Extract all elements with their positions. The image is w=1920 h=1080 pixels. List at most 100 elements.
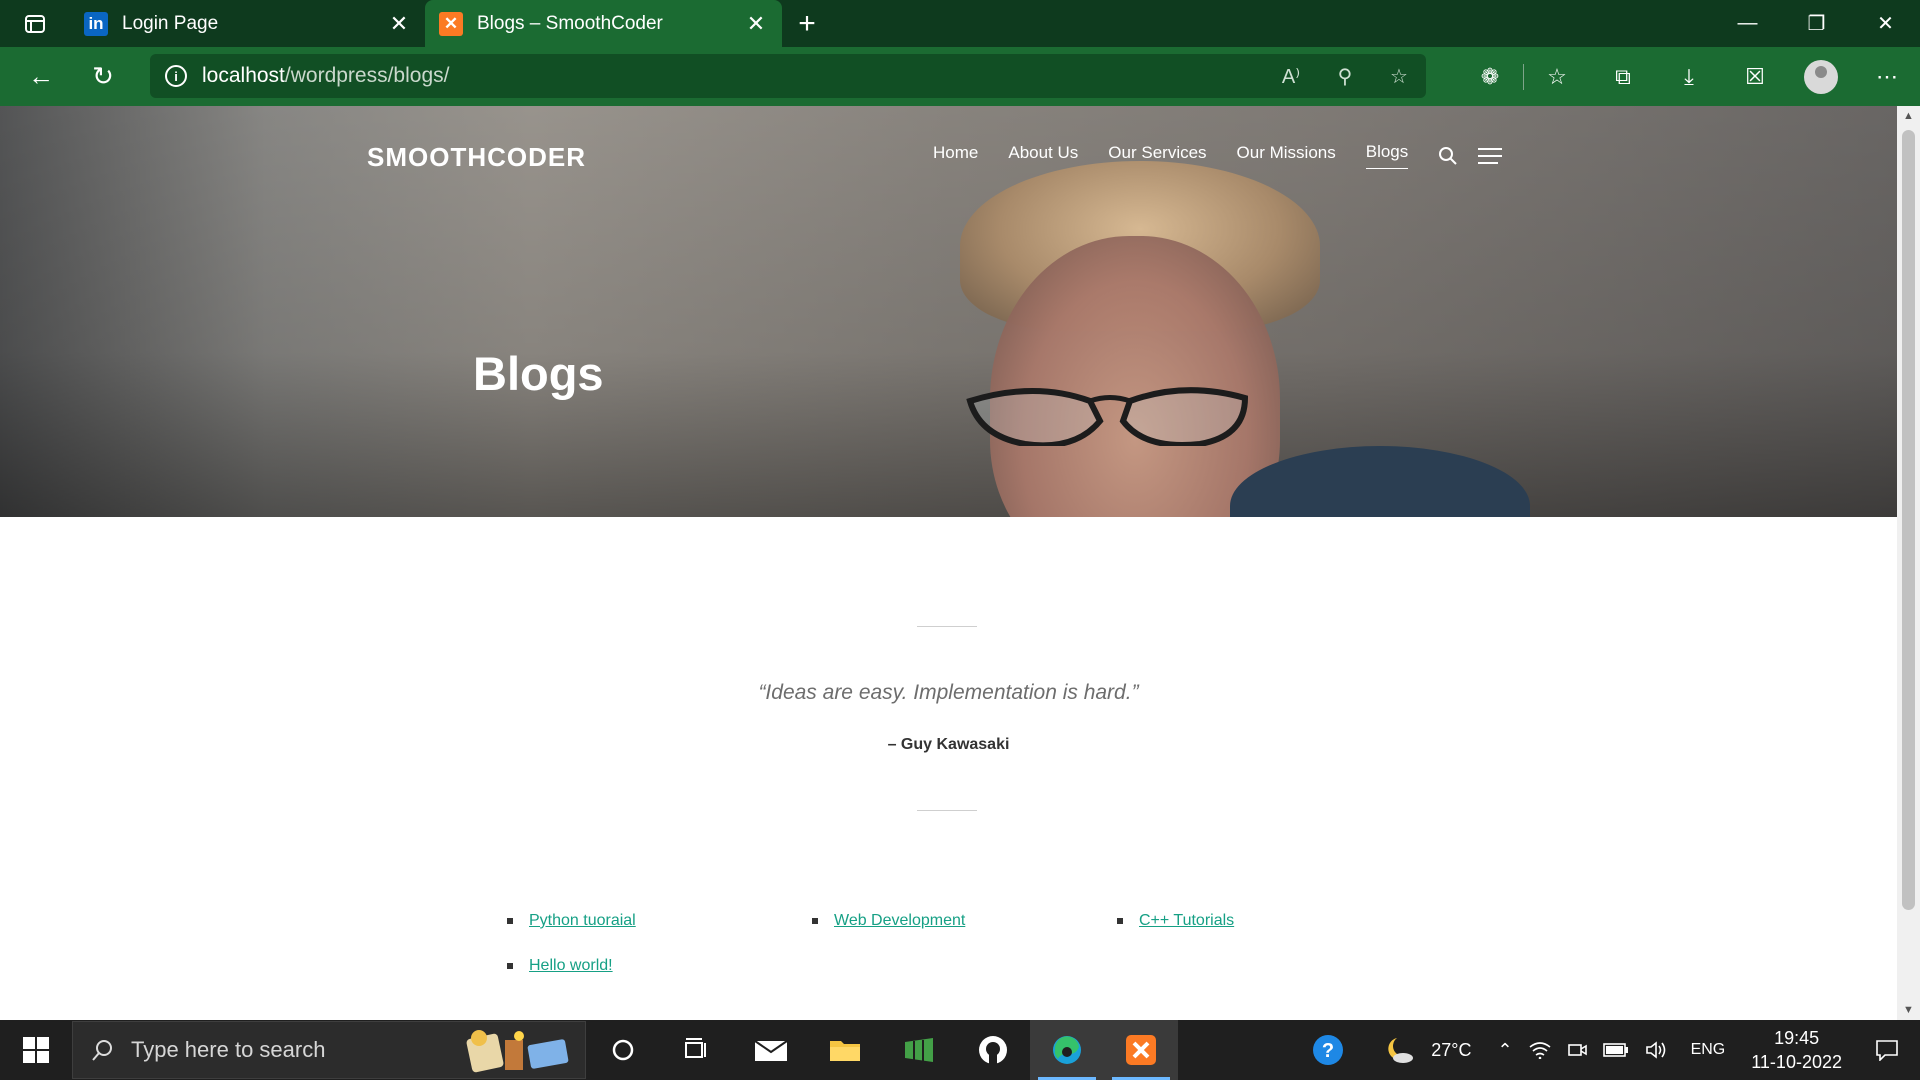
url-text[interactable]: localhost/wordpress/blogs/ xyxy=(202,64,449,88)
battery-icon[interactable] xyxy=(1595,1020,1637,1080)
post-row: Hello world! xyxy=(507,957,1437,975)
info-icon: i xyxy=(165,65,187,87)
close-tab-icon[interactable]: ✕ xyxy=(744,11,768,37)
taskbar-search[interactable]: Type here to search xyxy=(72,1021,586,1079)
scroll-thumb[interactable] xyxy=(1902,130,1915,910)
edge-icon[interactable]: ☒ xyxy=(1722,47,1788,106)
site-title[interactable]: SMOOTHCODER xyxy=(367,142,586,173)
list-item: Web Development xyxy=(812,912,1117,930)
nav-home[interactable]: Home xyxy=(933,143,978,169)
post-row: Python tuoraial Web Development C++ Tuto… xyxy=(507,912,1437,930)
address-bar-actions: A⁾ ⚲ ☆ xyxy=(1264,54,1426,98)
weather-icon[interactable] xyxy=(1353,1020,1423,1080)
mail-icon[interactable] xyxy=(734,1020,808,1080)
downloads-icon[interactable]: ⤓ xyxy=(1656,47,1722,106)
tab-blogs[interactable]: ✕ Blogs – SmoothCoder ✕ xyxy=(425,0,782,47)
edge-taskbar-icon[interactable] xyxy=(1030,1020,1104,1080)
close-tab-icon[interactable]: ✕ xyxy=(387,11,411,37)
bullet xyxy=(1117,918,1123,924)
nav-our-services[interactable]: Our Services xyxy=(1108,143,1206,169)
tab-actions-button[interactable] xyxy=(0,0,70,47)
back-arrow-icon: ← xyxy=(28,61,54,91)
back-button[interactable]: ← xyxy=(10,47,72,106)
nav-our-missions[interactable]: Our Missions xyxy=(1237,143,1336,169)
scroll-up-icon[interactable]: ▲ xyxy=(1897,106,1920,126)
notifications-icon[interactable] xyxy=(1854,1020,1920,1080)
post-link[interactable]: Web Development xyxy=(834,912,965,930)
browser-tab-bar: in Login Page ✕ ✕ Blogs – SmoothCoder ✕ … xyxy=(0,0,1920,47)
avatar xyxy=(1804,59,1838,94)
file-explorer-icon[interactable] xyxy=(808,1020,882,1080)
xampp-taskbar-icon[interactable] xyxy=(1104,1020,1178,1080)
nav-blogs[interactable]: Blogs xyxy=(1365,142,1409,169)
task-view-icon[interactable] xyxy=(660,1020,734,1080)
collections-icon[interactable]: ⧉ xyxy=(1590,47,1656,106)
address-bar[interactable]: i localhost/wordpress/blogs/ A⁾ ⚲ ☆ xyxy=(150,54,1426,98)
meet-now-icon[interactable] xyxy=(1559,1020,1595,1080)
search-icon xyxy=(92,1040,112,1061)
favorites-icon[interactable]: ☆ xyxy=(1524,47,1590,106)
browser-toolbar: ← ↻ i localhost/wordpress/blogs/ A⁾ ⚲ ☆ … xyxy=(0,47,1920,106)
cortana-icon[interactable] xyxy=(586,1020,660,1080)
wifi-icon[interactable] xyxy=(1521,1020,1559,1080)
tab-actions-icon xyxy=(25,14,45,33)
window-controls: — ❐ ✕ xyxy=(1713,0,1920,47)
xampp-icon: ✕ xyxy=(439,11,463,36)
menu-icon[interactable] xyxy=(1478,147,1503,165)
new-tab-button[interactable]: + xyxy=(782,0,832,47)
minimize-button[interactable]: — xyxy=(1713,0,1782,47)
more-icon[interactable]: ⋯ xyxy=(1854,47,1920,106)
url-path: /wordpress/blogs/ xyxy=(284,64,450,87)
tab-title: Login Page xyxy=(122,12,219,34)
post-link[interactable]: Hello world! xyxy=(529,957,613,975)
reload-button[interactable]: ↻ xyxy=(72,47,134,106)
site-info-button[interactable]: i xyxy=(150,65,202,87)
help-icon[interactable]: ? xyxy=(1303,1020,1353,1080)
bullet xyxy=(812,918,818,924)
weather-temperature[interactable]: 27°C xyxy=(1423,1020,1479,1080)
zoom-out-icon[interactable]: ⚲ xyxy=(1318,54,1372,98)
url-host: localhost xyxy=(202,64,285,87)
bullet xyxy=(507,963,513,969)
chevron-up-icon[interactable]: ⌃ xyxy=(1479,1020,1520,1080)
quote-divider-bottom xyxy=(917,810,977,811)
hero-banner: SMOOTHCODER Home About Us Our Services O… xyxy=(0,106,1897,517)
page-viewport: SMOOTHCODER Home About Us Our Services O… xyxy=(0,106,1897,1020)
reload-icon: ↻ xyxy=(92,61,114,91)
page-scrollbar[interactable]: ▲ ▼ xyxy=(1897,106,1920,1020)
search-icon[interactable] xyxy=(1438,146,1458,166)
tab-login-page[interactable]: in Login Page ✕ xyxy=(70,0,425,47)
spreadsheet-app-icon[interactable] xyxy=(882,1020,956,1080)
plus-icon: + xyxy=(798,6,816,40)
input-language[interactable]: ENG xyxy=(1677,1020,1740,1080)
bullet xyxy=(507,918,513,924)
list-item: Python tuoraial xyxy=(507,912,812,930)
post-link[interactable]: Python tuoraial xyxy=(529,912,636,930)
windows-icon xyxy=(23,1037,49,1063)
quote-divider-top xyxy=(917,626,977,627)
add-favorite-icon[interactable]: ☆ xyxy=(1372,54,1426,98)
github-icon[interactable] xyxy=(956,1020,1030,1080)
svg-text:?: ? xyxy=(1322,1040,1334,1062)
quote-author: – Guy Kawasaki xyxy=(887,736,1010,753)
search-placeholder: Type here to search xyxy=(131,1037,326,1062)
taskbar: Type here to search ? 27°C ⌃ ENG 19:45 1… xyxy=(0,1020,1920,1080)
scroll-down-icon[interactable]: ▼ xyxy=(1897,1000,1920,1020)
read-aloud-icon[interactable]: A⁾ xyxy=(1264,54,1318,98)
list-item: C++ Tutorials xyxy=(1117,912,1422,930)
page-title: Blogs xyxy=(473,347,604,400)
extensions-icon[interactable]: ❁ xyxy=(1457,47,1523,106)
profile-button[interactable] xyxy=(1788,47,1854,106)
volume-icon[interactable] xyxy=(1637,1020,1677,1080)
start-button[interactable] xyxy=(0,1020,72,1080)
linkedin-icon: in xyxy=(84,11,108,36)
nav-about-us[interactable]: About Us xyxy=(1008,143,1078,169)
post-list: Python tuoraial Web Development C++ Tuto… xyxy=(507,912,1437,1002)
clock[interactable]: 19:45 11-10-2022 xyxy=(1739,1020,1854,1080)
primary-navigation: Home About Us Our Services Our Missions … xyxy=(933,142,1522,169)
close-window-button[interactable]: ✕ xyxy=(1851,0,1920,47)
post-link[interactable]: C++ Tutorials xyxy=(1139,912,1234,930)
restore-button[interactable]: ❐ xyxy=(1782,0,1851,47)
hero-photo-glasses xyxy=(966,387,1249,446)
clock-time: 19:45 xyxy=(1774,1028,1820,1048)
